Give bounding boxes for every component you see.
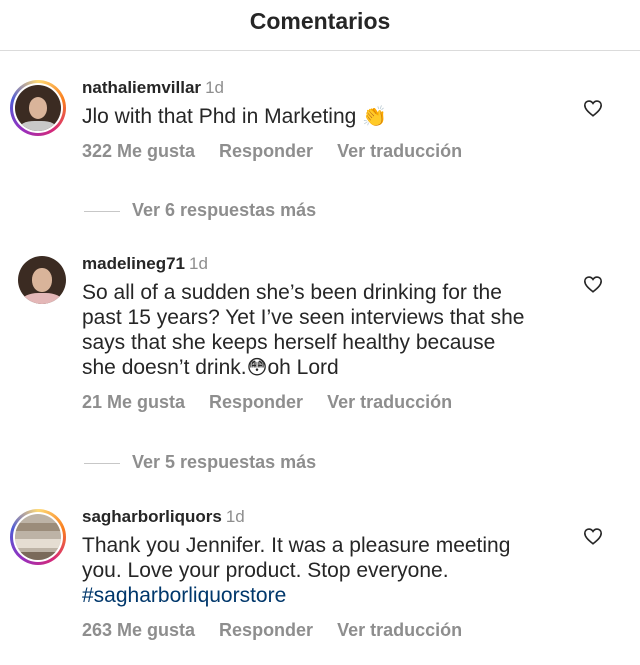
comment-text-line: So all of a sudden she’s been drinking f… — [82, 281, 502, 304]
username[interactable]: nathaliemvillar — [82, 78, 201, 97]
reply-button[interactable]: Responder — [219, 141, 313, 161]
translate-button[interactable]: Ver traducción — [327, 392, 452, 412]
comment-text-tail: oh Lord — [267, 356, 339, 379]
comment-text-body: Jlo with that Phd in Marketing — [82, 105, 357, 128]
likes-count[interactable]: 263 Me gusta — [82, 620, 195, 640]
page-title: Comentarios — [249, 8, 391, 34]
username[interactable]: sagharborliquors — [82, 507, 222, 526]
comment-meta: madelineg71 1d — [82, 254, 572, 274]
avatar-story-ring[interactable] — [10, 80, 66, 136]
avatar-story-ring[interactable] — [10, 509, 66, 565]
comment-meta: nathaliemvillar 1d — [82, 78, 572, 98]
username[interactable]: madelineg71 — [82, 254, 185, 273]
comment-text-line-end: she doesn’t drink. — [82, 356, 247, 379]
hashtag-link[interactable]: #sagharborliquorstore — [82, 583, 572, 608]
comment-actions: 322 Me gusta Responder Ver traducción — [82, 141, 572, 162]
replies-divider — [84, 210, 120, 212]
view-replies-label: Ver 6 respuestas más — [132, 200, 317, 220]
comment-text-line: you. Love your product. Stop everyone. — [82, 559, 449, 582]
view-replies-button[interactable]: Ver 5 respuestas más — [84, 452, 316, 473]
likes-count[interactable]: 322 Me gusta — [82, 141, 195, 161]
translate-button[interactable]: Ver traducción — [337, 141, 462, 161]
avatar — [15, 514, 61, 560]
view-replies-button[interactable]: Ver 6 respuestas más — [84, 200, 316, 221]
comment-age: 1d — [225, 507, 245, 526]
likes-count[interactable]: 21 Me gusta — [82, 392, 185, 412]
heart-outline-icon[interactable] — [583, 527, 603, 545]
comment-actions: 263 Me gusta Responder Ver traducción — [82, 620, 572, 641]
comment-text: Thank you Jennifer. It was a pleasure me… — [82, 533, 572, 608]
comment-text-line: Thank you Jennifer. It was a pleasure me… — [82, 534, 511, 557]
comment-text-line: says that she keeps herself healthy beca… — [82, 331, 496, 354]
comment-text-line: she doesn’t drink.😳oh Lord — [82, 355, 572, 380]
reply-button[interactable]: Responder — [219, 620, 313, 640]
reply-button[interactable]: Responder — [209, 392, 303, 412]
comment-text: So all of a sudden she’s been drinking f… — [82, 280, 572, 380]
avatar[interactable] — [18, 256, 66, 304]
avatar — [15, 85, 61, 131]
heart-outline-icon[interactable] — [583, 275, 603, 293]
comment-text-line: past 15 years? Yet I’ve seen interviews … — [82, 306, 525, 329]
comment-actions: 21 Me gusta Responder Ver traducción — [82, 392, 572, 413]
comment-text: Jlo with that Phd in Marketing 👏 — [82, 104, 572, 129]
comment-age: 1d — [189, 254, 208, 273]
replies-divider — [84, 462, 120, 464]
comments-header: Comentarios — [0, 0, 640, 51]
comment-age: 1d — [205, 78, 224, 97]
heart-outline-icon[interactable] — [583, 99, 603, 117]
clapping-hands-emoji: 👏 — [362, 106, 388, 129]
view-replies-label: Ver 5 respuestas más — [132, 452, 317, 472]
translate-button[interactable]: Ver traducción — [337, 620, 462, 640]
flushed-face-emoji: 😳 — [246, 357, 268, 380]
comment-meta: sagharborliquors 1d — [82, 507, 572, 527]
